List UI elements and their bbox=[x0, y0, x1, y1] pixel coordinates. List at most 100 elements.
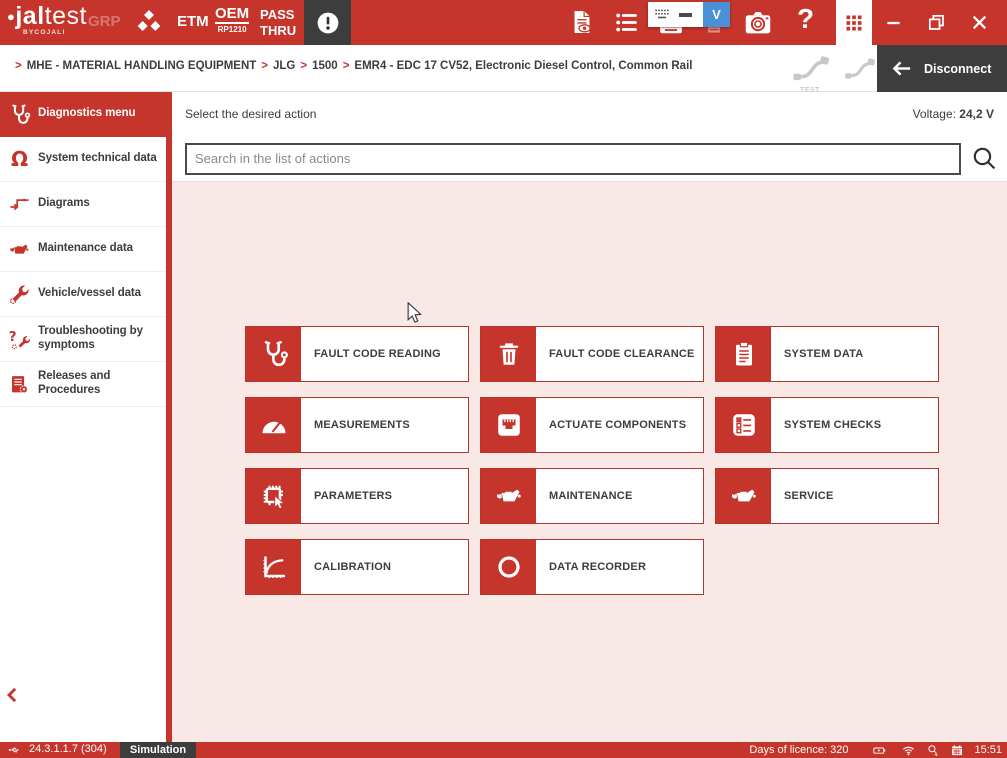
page-title: Select the desired action bbox=[185, 107, 316, 121]
action-tile-system-data[interactable]: SYSTEM DATA bbox=[715, 326, 939, 382]
sidebar-collapse-button[interactable] bbox=[3, 684, 23, 706]
breadcrumb-item[interactable]: EMR4 - EDC 17 CV52, Electronic Diesel Co… bbox=[354, 60, 692, 72]
help-button[interactable]: ? bbox=[797, 3, 814, 35]
minimize-icon bbox=[883, 12, 904, 33]
sidebar-item-diagnostics-menu[interactable]: Diagnostics menu bbox=[0, 92, 166, 137]
keyboard-layout-icon[interactable] bbox=[653, 7, 671, 23]
screenshot-button[interactable] bbox=[742, 7, 774, 39]
wrench-gear-icon bbox=[0, 283, 38, 306]
diagram-icon bbox=[0, 193, 38, 216]
breadcrumb-separator: > bbox=[261, 60, 268, 72]
action-tile-maintenance[interactable]: MAINTENANCE bbox=[480, 468, 704, 524]
oilcan-icon bbox=[716, 469, 771, 523]
breadcrumb-item[interactable]: MHE - MATERIAL HANDLING EQUIPMENT bbox=[27, 60, 257, 72]
question-wrench-icon: ? bbox=[0, 328, 38, 351]
calendar-icon bbox=[950, 744, 964, 757]
connector-icon bbox=[481, 398, 536, 452]
action-header: Select the desired action Voltage: 24,2 … bbox=[172, 92, 1007, 136]
apps-menu-button[interactable] bbox=[836, 0, 872, 45]
pass-thru-button[interactable]: PASS THRU bbox=[260, 7, 296, 38]
breadcrumb-item[interactable]: 1500 bbox=[312, 60, 338, 72]
action-grid: FAULT CODE READING FAULT CODE CLEARANCE … bbox=[245, 326, 939, 595]
breadcrumb-bar: > MHE - MATERIAL HANDLING EQUIPMENT > JLG >1… bbox=[0, 45, 1007, 92]
connection-button-disabled bbox=[843, 54, 875, 86]
svg-text:?: ? bbox=[8, 329, 16, 344]
grid-apps-icon bbox=[844, 13, 864, 33]
action-tile-fault-code-clearance[interactable]: FAULT CODE CLEARANCE bbox=[480, 326, 704, 382]
jaltest-logo: ●jaltest BYCOJALI bbox=[7, 4, 87, 37]
oilcan-icon bbox=[481, 469, 536, 523]
search-bar bbox=[172, 136, 1007, 182]
s-connector-icon bbox=[843, 54, 875, 86]
sidebar-item-releases-and-procedures[interactable]: Releases and Procedures bbox=[0, 362, 166, 407]
modules-button[interactable] bbox=[133, 7, 165, 39]
action-tile-calibration[interactable]: CALIBRATION bbox=[245, 539, 469, 595]
window-minimize-button[interactable] bbox=[878, 8, 908, 36]
chip-icon bbox=[246, 469, 301, 523]
record-icon bbox=[481, 540, 536, 594]
action-tile-parameters[interactable]: PARAMETERS bbox=[245, 468, 469, 524]
breadcrumb-separator: > bbox=[15, 60, 22, 72]
breadcrumb-separator: > bbox=[343, 60, 350, 72]
action-tile-data-recorder[interactable]: DATA RECORDER bbox=[480, 539, 704, 595]
simulation-badge: Simulation bbox=[120, 742, 196, 758]
sidebar-item-system-technical-data[interactable]: Ω System technical data bbox=[0, 137, 166, 182]
panel-minimize-icon[interactable] bbox=[679, 13, 692, 17]
action-tile-measurements[interactable]: MEASUREMENTS bbox=[245, 397, 469, 453]
sidebar-item-maintenance-data[interactable]: Maintenance data bbox=[0, 227, 166, 272]
magnifier-icon bbox=[971, 145, 998, 172]
clock-label: 15:51 bbox=[974, 744, 1002, 756]
stethoscope-icon bbox=[0, 103, 38, 126]
etm-button[interactable]: ETM bbox=[177, 13, 209, 30]
action-tile-system-checks[interactable]: SYSTEM CHECKS bbox=[715, 397, 939, 453]
main-content: Select the desired action Voltage: 24,2 … bbox=[172, 92, 1007, 742]
action-tile-fault-code-reading[interactable]: FAULT CODE READING bbox=[245, 326, 469, 382]
top-toolbar: ●jaltest BYCOJALI GRP ETM OEM RP1210 PAS… bbox=[0, 0, 1007, 45]
usb-icon bbox=[4, 744, 24, 756]
window-restore-button[interactable] bbox=[921, 8, 951, 36]
omega-icon: Ω bbox=[0, 148, 38, 171]
svg-text:Ω: Ω bbox=[10, 148, 27, 171]
document-gear-icon bbox=[0, 373, 38, 396]
document-eye-icon bbox=[568, 8, 596, 36]
window-close-button[interactable] bbox=[964, 8, 994, 36]
oilcan-icon bbox=[0, 238, 38, 261]
logo-subtitle: BYCOJALI bbox=[23, 30, 87, 37]
sidebar: Diagnostics menu Ω System technical data… bbox=[0, 92, 172, 742]
chevron-left-icon bbox=[3, 684, 23, 706]
calibration-icon bbox=[246, 540, 301, 594]
stethoscope-icon bbox=[246, 327, 301, 381]
licence-days: Days of licence: 320 bbox=[749, 744, 848, 756]
sidebar-item-diagrams[interactable]: Diagrams bbox=[0, 182, 166, 227]
report-button[interactable] bbox=[568, 8, 596, 36]
search-input[interactable] bbox=[185, 143, 961, 175]
zoom-find-icon bbox=[926, 744, 940, 757]
version-label: 24.3.1.1.7 (304) bbox=[29, 743, 107, 755]
gauge-icon bbox=[246, 398, 301, 452]
breadcrumb-separator: > bbox=[300, 60, 307, 72]
sidebar-item-vehicle-vessel-data[interactable]: Vehicle/vessel data bbox=[0, 272, 166, 317]
wifi-icon bbox=[901, 744, 916, 757]
restore-icon bbox=[926, 12, 947, 33]
breadcrumb: > MHE - MATERIAL HANDLING EQUIPMENT > JLG >1… bbox=[10, 60, 692, 72]
clipboard-icon bbox=[716, 327, 771, 381]
arrow-left-icon bbox=[890, 57, 913, 80]
warning-button[interactable] bbox=[304, 0, 351, 45]
stest-button-disabled: TEST bbox=[791, 51, 829, 94]
search-button[interactable] bbox=[961, 139, 1007, 179]
checklist-icon bbox=[716, 398, 771, 452]
cubes-icon bbox=[134, 8, 164, 38]
sidebar-item-troubleshooting-by-symptoms[interactable]: ? Troubleshooting by symptoms bbox=[0, 317, 166, 362]
camera-icon bbox=[742, 7, 774, 39]
breadcrumb-item[interactable]: JLG bbox=[273, 60, 295, 72]
disconnect-button[interactable]: Disconnect bbox=[877, 45, 1007, 92]
panel-confirm-button[interactable]: V bbox=[703, 2, 730, 27]
jaltest-app-window: ●jaltest BYCOJALI GRP ETM OEM RP1210 PAS… bbox=[0, 0, 1007, 758]
onscreen-keyboard-panel: V bbox=[648, 2, 730, 27]
close-icon bbox=[969, 12, 990, 33]
action-tile-service[interactable]: SERVICE bbox=[715, 468, 939, 524]
list-button[interactable] bbox=[613, 9, 640, 36]
oem-rp1210-button[interactable]: OEM RP1210 bbox=[215, 6, 249, 34]
voltage-readout: Voltage: 24,2 V bbox=[913, 107, 994, 121]
action-tile-actuate-components[interactable]: ACTUATE COMPONENTS bbox=[480, 397, 704, 453]
